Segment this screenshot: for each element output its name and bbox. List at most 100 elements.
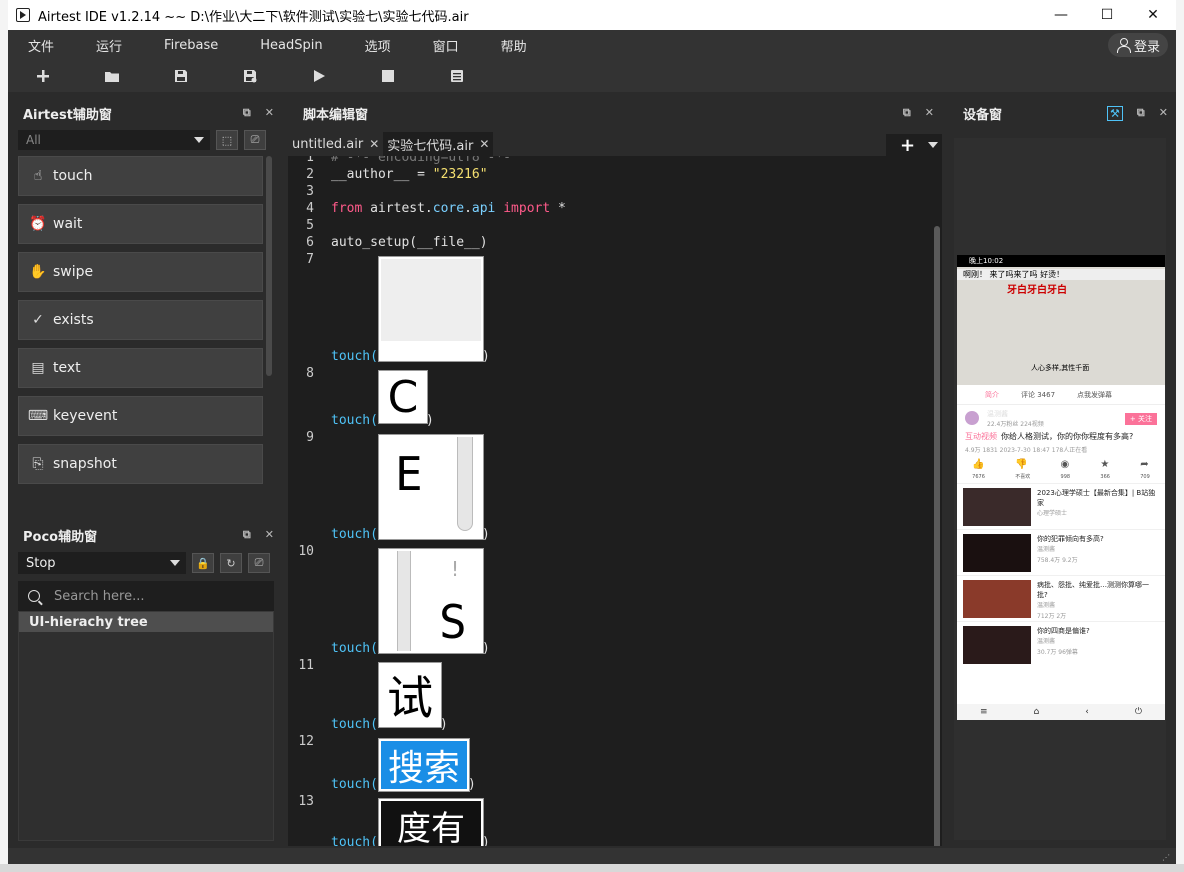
editor-scrollbar[interactable] <box>934 226 940 846</box>
float-panel-icon[interactable]: ⧉ <box>243 528 251 542</box>
screenshot-thumbnail[interactable]: E <box>378 434 484 540</box>
lock-icon[interactable]: 🔒 <box>192 553 214 573</box>
menu-run[interactable]: 运行 <box>96 36 122 55</box>
api-label: text <box>53 360 81 376</box>
status-bar: ⋰ <box>8 848 1176 864</box>
poco-mode-select[interactable]: Stop <box>18 552 186 574</box>
close-button[interactable]: ✕ <box>1130 0 1176 30</box>
menu-file[interactable]: 文件 <box>28 36 54 55</box>
desktop-edge-right <box>1176 0 1184 872</box>
user-icon <box>1116 38 1131 53</box>
uploader-name: 温测酱 <box>987 409 1008 418</box>
line-number: 7 <box>306 252 314 267</box>
menu-options[interactable]: 选项 <box>365 36 391 55</box>
api-filter-select[interactable]: All <box>18 130 210 150</box>
folder-icon <box>104 72 119 82</box>
device-screen[interactable]: 晚上10:02 啊刚！ 来了吗来了吗 好烫！ 牙白牙白牙白 人心多样,其性千面 … <box>957 255 1165 720</box>
api-swipe-button[interactable]: ✋ swipe <box>18 252 263 292</box>
line-number: 12 <box>298 734 314 749</box>
poco-mode-value: Stop <box>26 555 56 571</box>
code-line: touch() <box>331 717 448 732</box>
record-camera-icon[interactable]: ⎚ <box>248 553 270 573</box>
minimize-button[interactable]: — <box>1038 0 1084 30</box>
api-label: wait <box>53 216 83 232</box>
phone-rec-item: 你的犯罪倾向有多高? 温测酱 758.4万 9.2万 <box>957 529 1165 575</box>
new-file-button[interactable] <box>8 62 77 90</box>
phone-follow-button: + 关注 <box>1124 413 1157 425</box>
device-panel-title: 设备窗 <box>963 107 1003 123</box>
desktop-edge-bottom <box>0 864 1184 872</box>
float-panel-icon[interactable]: ⧉ <box>1137 106 1145 121</box>
login-button[interactable]: 登录 <box>1107 33 1168 57</box>
record-camera-icon[interactable]: ⎚ <box>244 130 266 150</box>
tab-untitled[interactable]: untitled.air ✕ <box>288 132 383 156</box>
chevron-down-icon <box>928 142 938 148</box>
close-panel-icon[interactable]: ✕ <box>1159 106 1168 121</box>
phone-rec-item: 病批、怨批、纯爱批…测测你算哪一批? 温测酱 712万 2万 <box>957 575 1165 621</box>
close-panel-icon[interactable]: ✕ <box>265 528 274 542</box>
camera-icon: ⎘ <box>32 456 44 472</box>
screenshot-thumbnail[interactable]: ! S <box>378 548 484 654</box>
close-panel-icon[interactable]: ✕ <box>265 106 274 120</box>
menu-bar: 文件 运行 Firebase HeadSpin 选项 窗口 帮助 登录 <box>8 30 1176 60</box>
api-label: touch <box>53 168 93 184</box>
save-button[interactable] <box>146 62 215 90</box>
api-snapshot-button[interactable]: ⎘ snapshot <box>18 444 263 484</box>
line-number: 3 <box>306 184 314 199</box>
tree-root-node[interactable]: UI-hierachy tree <box>19 612 273 632</box>
menu-headspin[interactable]: HeadSpin <box>260 38 322 53</box>
keyboard-icon: ⌨ <box>27 408 49 424</box>
maximize-button[interactable]: ☐ <box>1084 0 1130 30</box>
screenshot-thumbnail[interactable] <box>378 256 484 362</box>
search-icon <box>28 590 40 602</box>
log-button[interactable] <box>422 62 491 90</box>
phone-rec-item: 2023心理学硕士【最新合集】| B站独家 心理学硕士 <box>957 483 1165 529</box>
key-label: ! <box>449 557 462 581</box>
api-text-button[interactable]: ▤ text <box>18 348 263 388</box>
alarm-clock-icon: ⏰ <box>29 216 47 232</box>
close-tab-icon[interactable]: ✕ <box>479 137 489 151</box>
api-exists-button[interactable]: ✓ exists <box>18 300 263 340</box>
search-placeholder: Search here... <box>54 588 145 604</box>
poco-search-input[interactable]: Search here... <box>18 581 274 611</box>
airtest-panel-scrollbar[interactable] <box>266 156 272 376</box>
code-editor[interactable]: 1 # -*- encoding=utf8 -*- 2 __author__ =… <box>288 156 942 846</box>
line-number: 1 <box>306 156 314 165</box>
menu-help[interactable]: 帮助 <box>501 36 527 55</box>
close-tab-icon[interactable]: ✕ <box>369 137 379 151</box>
stop-icon <box>381 70 394 82</box>
float-panel-icon[interactable]: ⧉ <box>903 106 911 120</box>
device-settings-icon[interactable]: ⚒ <box>1107 106 1123 121</box>
rec-thumb <box>963 626 1031 664</box>
code-line: touch() <box>331 349 490 364</box>
menu-window[interactable]: 窗口 <box>433 36 459 55</box>
code-line: touch() <box>331 835 490 846</box>
plus-icon <box>36 70 49 82</box>
phone-tab-comments: 评论 3467 <box>1021 390 1056 399</box>
menu-firebase[interactable]: Firebase <box>164 38 218 53</box>
save-as-button[interactable] <box>215 62 284 90</box>
play-icon <box>313 70 325 82</box>
resize-grip-icon[interactable]: ⋰ <box>1162 853 1170 862</box>
api-touch-button[interactable]: ☝ touch <box>18 156 263 196</box>
run-button[interactable] <box>284 62 353 90</box>
stop-button[interactable] <box>353 62 422 90</box>
ui-hierarchy-tree: UI-hierachy tree <box>18 611 274 841</box>
api-keyevent-button[interactable]: ⌨ keyevent <box>18 396 263 436</box>
phone-tab-danmaku: 点我发弹幕 <box>1077 390 1113 399</box>
airtest-helper-panel: Airtest辅助窗 ⧉ ✕ All ⬚ ⎚ ☝ touch ⏰ wait ✋ swi… <box>8 98 282 518</box>
refresh-icon[interactable]: ↻ <box>220 553 242 573</box>
airtest-logo-icon <box>16 8 30 22</box>
tab-experiment7[interactable]: 实验七代码.air ✕ <box>383 132 494 156</box>
power-icon: ⏻ <box>1134 707 1142 717</box>
line-number: 4 <box>306 201 314 216</box>
capture-screen-icon[interactable]: ⬚ <box>216 130 238 150</box>
float-panel-icon[interactable]: ⧉ <box>243 106 251 120</box>
api-label: exists <box>53 312 94 328</box>
toolbar <box>8 60 1176 92</box>
open-folder-button[interactable] <box>77 62 146 90</box>
new-tab-button[interactable]: + <box>886 134 942 156</box>
close-panel-icon[interactable]: ✕ <box>925 106 934 120</box>
code-line: touch() <box>331 641 490 656</box>
api-wait-button[interactable]: ⏰ wait <box>18 204 263 244</box>
